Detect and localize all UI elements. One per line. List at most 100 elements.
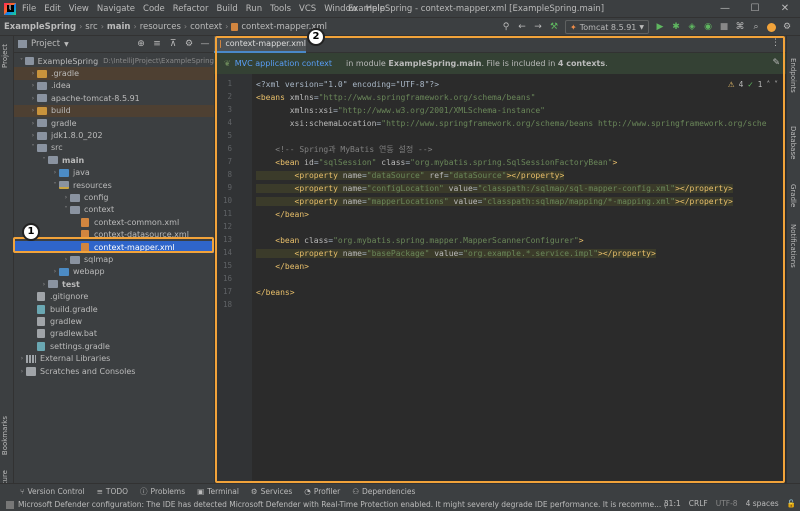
tree-node[interactable]: › gradle — [14, 117, 214, 129]
tree-node[interactable]: gradlew — [14, 315, 214, 327]
tool-window-services[interactable]: ⚙ Services — [251, 487, 292, 496]
translate-icon[interactable]: ⌘ — [735, 22, 745, 32]
chevron-down-icon[interactable]: ▼ — [64, 41, 69, 48]
tree-node[interactable]: gradlew.bat — [14, 328, 214, 340]
tree-node[interactable]: › Scratches and Consoles — [14, 365, 214, 377]
chevron-right-icon[interactable]: › — [51, 268, 59, 275]
tree-node[interactable]: › test — [14, 278, 214, 290]
gear-icon[interactable]: ⚙ — [184, 39, 194, 49]
project-tool-tab[interactable]: Project — [1, 44, 9, 68]
tree-node[interactable]: › build — [14, 104, 214, 117]
status-message[interactable]: Microsoft Defender configuration: The ID… — [18, 500, 668, 509]
tool-window-terminal[interactable]: ▣ Terminal — [197, 487, 239, 496]
tree-node[interactable]: settings.gradle — [14, 340, 214, 352]
chevron-right-icon[interactable]: › — [18, 368, 26, 375]
collapse-all-icon[interactable]: ≡ — [152, 39, 162, 49]
menu-code[interactable]: Code — [143, 4, 165, 14]
chevron-right-icon[interactable]: › — [29, 70, 37, 77]
notifications-tool-tab[interactable]: Notifications — [789, 224, 797, 268]
tree-node[interactable]: ˅ resources — [14, 179, 214, 191]
menu-navigate[interactable]: Navigate — [97, 4, 135, 14]
tree-node[interactable]: › sqlmap — [14, 253, 214, 265]
tree-node[interactable]: ˅ ExampleSpring D:\IntelliJProject\Example… — [14, 55, 214, 67]
caret-position[interactable]: 31:1 — [664, 499, 681, 508]
tree-node[interactable]: ˅ context — [14, 204, 214, 216]
tool-window-profiler[interactable]: ◔ Profiler — [304, 487, 340, 496]
chevron-down-icon[interactable]: ˅ — [51, 182, 59, 189]
debug-icon[interactable]: ✱ — [671, 22, 681, 32]
coverage-icon[interactable]: ◈ — [687, 22, 697, 32]
tree-node[interactable]: › apache-tomcat-8.5.91 — [14, 92, 214, 104]
chevron-right-icon[interactable]: › — [29, 120, 37, 127]
profile-icon[interactable]: ◉ — [703, 22, 713, 32]
menu-run[interactable]: Run — [246, 4, 262, 14]
build-hammer-icon[interactable]: ⚒ — [549, 22, 559, 32]
tree-node[interactable]: › External Libraries — [14, 353, 214, 365]
run-icon[interactable]: ▶ — [655, 22, 665, 32]
back-icon[interactable]: ← — [517, 22, 527, 32]
chevron-right-icon[interactable]: › — [29, 132, 37, 139]
menu-edit[interactable]: Edit — [44, 4, 60, 14]
settings-icon[interactable]: ⚙ — [782, 22, 792, 32]
menu-tools[interactable]: Tools — [270, 4, 291, 14]
tree-node[interactable]: › .gradle — [14, 67, 214, 80]
tree-node[interactable]: .gitignore — [14, 291, 214, 303]
tool-window-dependencies[interactable]: ⚇ Dependencies — [352, 487, 415, 496]
chevron-right-icon[interactable]: › — [18, 355, 26, 362]
lock-icon[interactable]: 🔓 — [787, 499, 796, 508]
chevron-right-icon[interactable]: › — [29, 107, 37, 114]
project-title[interactable]: Project — [31, 39, 60, 49]
chevron-right-icon[interactable]: › — [29, 82, 37, 89]
tool-window-todo[interactable]: ≡ TODO — [97, 487, 128, 496]
locate-icon[interactable]: ⊕ — [136, 39, 146, 49]
tree-node[interactable]: › config — [14, 191, 214, 203]
chevron-right-icon[interactable]: › — [51, 169, 59, 176]
chevron-right-icon[interactable]: › — [40, 281, 48, 288]
menu-file[interactable]: File — [22, 4, 36, 14]
tree-node[interactable]: › jdk1.8.0_202 — [14, 129, 214, 141]
line-separator[interactable]: CRLF — [689, 499, 708, 508]
menu-refactor[interactable]: Refactor — [173, 4, 209, 14]
forward-icon[interactable]: → — [533, 22, 543, 32]
database-tool-tab[interactable]: Database — [789, 126, 797, 159]
menu-vcs[interactable]: VCS — [299, 4, 316, 14]
tree-node[interactable]: ˅ main — [14, 154, 214, 166]
chevron-right-icon[interactable]: › — [29, 95, 37, 102]
hide-icon[interactable]: — — [200, 39, 210, 49]
chevron-down-icon[interactable]: ˅ — [18, 58, 25, 65]
chevron-down-icon[interactable]: ˅ — [29, 144, 37, 151]
tool-window-version-control[interactable]: ⑂ Version Control — [20, 487, 85, 496]
breadcrumb-item[interactable]: resources — [140, 22, 181, 32]
user-icon[interactable]: ⚲ — [501, 22, 511, 32]
tree-node[interactable]: context-common.xml — [14, 216, 214, 228]
tree-node[interactable]: › webapp — [14, 266, 214, 278]
minimize-button[interactable]: — — [710, 0, 740, 18]
chevron-down-icon[interactable]: ˅ — [62, 206, 70, 213]
indent-setting[interactable]: 4 spaces — [746, 499, 779, 508]
chevron-right-icon[interactable]: › — [62, 256, 70, 263]
stop-icon[interactable]: ■ — [719, 22, 729, 32]
tree-node[interactable]: ˅ src — [14, 142, 214, 154]
tool-window-problems[interactable]: ⓘ Problems — [140, 486, 185, 497]
chevron-down-icon[interactable]: ˅ — [40, 157, 48, 164]
expand-all-icon[interactable]: ⊼ — [168, 39, 178, 49]
menu-view[interactable]: View — [69, 4, 89, 14]
tree-node[interactable]: build.gradle — [14, 303, 214, 315]
run-configuration-select[interactable]: ✦ Tomcat 8.5.91 ▼ — [565, 20, 649, 34]
maximize-button[interactable]: ☐ — [740, 0, 770, 18]
breadcrumb-item[interactable]: context — [190, 22, 222, 32]
gradle-tool-tab[interactable]: Gradle — [789, 184, 797, 207]
tree-node[interactable]: › .idea — [14, 80, 214, 92]
search-icon[interactable]: ⌕ — [751, 22, 761, 32]
update-icon[interactable] — [767, 22, 776, 32]
breadcrumb-item[interactable]: ExampleSpring — [4, 22, 76, 32]
tree-node[interactable]: › java — [14, 167, 214, 179]
chevron-right-icon[interactable]: › — [62, 194, 70, 201]
bookmarks-tool-tab[interactable]: Bookmarks — [1, 416, 9, 455]
file-encoding[interactable]: UTF-8 — [716, 499, 738, 508]
endpoints-tool-tab[interactable]: Endpoints — [789, 58, 797, 93]
breadcrumb-item[interactable]: src — [85, 22, 97, 32]
menu-build[interactable]: Build — [216, 4, 237, 14]
breadcrumb-item[interactable]: main — [107, 22, 131, 32]
close-button[interactable]: ✕ — [770, 0, 800, 18]
